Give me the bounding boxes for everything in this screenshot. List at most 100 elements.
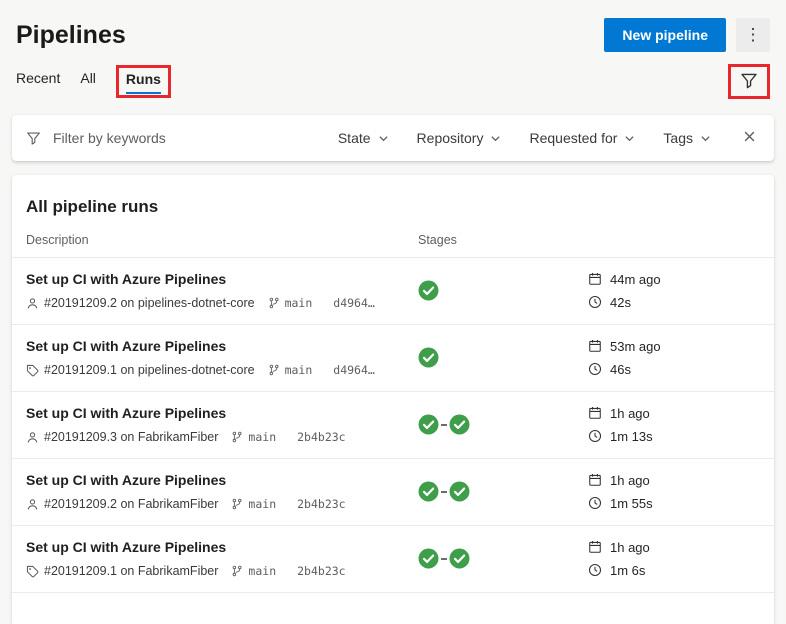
commit-hash[interactable]: 2b4b23c [297,430,345,444]
pipelines-page: Pipelines New pipeline ⋮ Recent All Runs [0,0,786,624]
new-pipeline-button[interactable]: New pipeline [604,18,726,52]
run-duration: 1m 6s [588,563,760,578]
column-header-stages: Stages [418,233,588,247]
run-date: 53m ago [588,339,760,354]
clock-icon [588,496,602,510]
stages-cell [418,347,588,368]
stage-2-success-icon[interactable] [449,414,470,435]
stage-1-success-icon[interactable] [418,548,439,569]
run-meta: #20191209.1 on FabrikamFiber main 2b4b23… [26,564,418,578]
person-icon [26,498,39,511]
commit-hash[interactable]: d4964… [333,363,375,377]
commit-hash[interactable]: 2b4b23c [297,497,345,511]
more-options-button[interactable]: ⋮ [736,18,770,52]
pipeline-run-row[interactable]: Set up CI with Azure Pipelines #20191209… [12,526,774,593]
requested-for-filter-dropdown[interactable]: Requested for [529,130,635,146]
pipeline-run-row[interactable]: Set up CI with Azure Pipelines #20191209… [12,325,774,392]
run-number-and-repo[interactable]: #20191209.1 on FabrikamFiber [44,564,218,578]
filter-dropdowns: State Repository Requested for Tags [338,130,711,146]
state-filter-label: State [338,130,371,146]
run-number-and-repo[interactable]: #20191209.2 on pipelines-dotnet-core [44,296,255,310]
run-date-text: 44m ago [610,272,661,287]
stages-cell [418,548,588,569]
stage-connector [441,424,447,426]
run-duration: 46s [588,362,760,377]
run-date: 44m ago [588,272,760,287]
clock-icon [588,362,602,376]
run-title[interactable]: Set up CI with Azure Pipelines [26,539,418,555]
tab-all[interactable]: All [80,70,96,93]
git-branch-icon [231,431,243,443]
chevron-down-icon [490,133,501,144]
keyword-filter-input[interactable] [51,129,338,147]
commit-hash[interactable]: d4964… [333,296,375,310]
time-cell: 44m ago 42s [588,272,760,310]
run-date-text: 53m ago [610,339,661,354]
run-date: 1h ago [588,473,760,488]
tags-filter-dropdown[interactable]: Tags [663,130,711,146]
funnel-icon [740,72,758,90]
pipeline-run-row[interactable]: Set up CI with Azure Pipelines #20191209… [12,258,774,325]
run-duration-text: 1m 13s [610,429,653,444]
calendar-icon [588,406,602,420]
requested-for-filter-label: Requested for [529,130,617,146]
run-date: 1h ago [588,540,760,555]
column-header-description: Description [26,233,418,247]
run-number-and-repo[interactable]: #20191209.2 on FabrikamFiber [44,497,218,511]
run-date-text: 1h ago [610,540,650,555]
time-cell: 53m ago 46s [588,339,760,377]
run-duration-text: 1m 55s [610,496,653,511]
stage-connector [441,558,447,560]
state-filter-dropdown[interactable]: State [338,130,389,146]
repository-filter-dropdown[interactable]: Repository [417,130,502,146]
stage-1-success-icon[interactable] [418,481,439,502]
calendar-icon [588,473,602,487]
tab-recent[interactable]: Recent [16,70,60,93]
run-meta: #20191209.2 on FabrikamFiber main 2b4b23… [26,497,418,511]
stages-cell [418,280,588,301]
calendar-icon [588,339,602,353]
run-description-cell: Set up CI with Azure Pipelines #20191209… [26,472,418,511]
stage-2-success-icon[interactable] [449,481,470,502]
tag-icon [26,565,39,578]
filter-toggle-button[interactable] [738,70,760,95]
pipeline-run-row[interactable]: Set up CI with Azure Pipelines #20191209… [12,392,774,459]
run-date-text: 1h ago [610,406,650,421]
branch-name[interactable]: main [248,430,276,444]
clock-icon [588,563,602,577]
stage-1-success-icon[interactable] [418,347,439,368]
chevron-down-icon [700,133,711,144]
run-description-cell: Set up CI with Azure Pipelines #20191209… [26,405,418,444]
run-number-and-repo[interactable]: #20191209.1 on pipelines-dotnet-core [44,363,255,377]
run-title[interactable]: Set up CI with Azure Pipelines [26,338,418,354]
clock-icon [588,429,602,443]
git-branch-icon [268,297,280,309]
pipeline-run-row[interactable]: Set up CI with Azure Pipelines #20191209… [12,459,774,526]
run-description-cell: Set up CI with Azure Pipelines #20191209… [26,338,418,377]
tab-runs[interactable]: Runs [126,71,161,94]
card-title: All pipeline runs [12,175,774,233]
run-title[interactable]: Set up CI with Azure Pipelines [26,405,418,421]
chevron-down-icon [624,133,635,144]
table-header: Description Stages [12,233,774,258]
run-title[interactable]: Set up CI with Azure Pipelines [26,472,418,488]
branch-name[interactable]: main [248,564,276,578]
run-duration-text: 42s [610,295,631,310]
run-meta: #20191209.2 on pipelines-dotnet-core mai… [26,296,418,310]
repository-filter-label: Repository [417,130,484,146]
annotation-box-filter-icon [728,64,770,99]
branch-name[interactable]: main [285,296,313,310]
branch-name[interactable]: main [248,497,276,511]
clear-filter-button[interactable] [739,126,760,150]
run-title[interactable]: Set up CI with Azure Pipelines [26,271,418,287]
stage-1-success-icon[interactable] [418,414,439,435]
branch-name[interactable]: main [285,363,313,377]
commit-hash[interactable]: 2b4b23c [297,564,345,578]
tag-icon [26,364,39,377]
run-number-and-repo[interactable]: #20191209.3 on FabrikamFiber [44,430,218,444]
stage-2-success-icon[interactable] [449,548,470,569]
filter-bar: State Repository Requested for Tags [12,115,774,161]
vertical-dots-icon: ⋮ [745,25,762,44]
page-header: Pipelines New pipeline ⋮ [0,0,786,52]
stage-1-success-icon[interactable] [418,280,439,301]
